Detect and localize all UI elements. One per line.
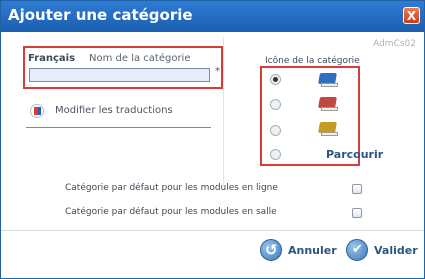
category-name-label: Nom de la catégorie <box>89 53 191 64</box>
classroom-default-checkbox[interactable] <box>352 208 362 218</box>
icon-radio-2[interactable] <box>270 99 281 110</box>
category-name-input[interactable] <box>29 68 210 82</box>
icon-radio-custom[interactable] <box>270 149 281 160</box>
red-book-icon <box>318 97 338 112</box>
flag-icon[interactable] <box>30 104 44 118</box>
gold-book-icon <box>318 122 338 137</box>
dialog-title: Ajouter une catégorie <box>8 6 193 24</box>
cancel-label: Annuler <box>288 243 337 257</box>
validate-label: Valider <box>374 243 418 257</box>
add-category-dialog: Ajouter une catégorie X AdmCs02 Français… <box>0 0 425 279</box>
browse-button[interactable]: Parcourir <box>326 148 383 161</box>
classroom-default-label: Catégorie par défaut pour les modules en… <box>65 207 277 217</box>
edit-translations-link[interactable]: Modifier les traductions <box>55 105 173 116</box>
icon-radio-1[interactable] <box>270 74 281 85</box>
dialog-titlebar: Ajouter une catégorie X <box>1 1 424 32</box>
online-default-label: Catégorie par défaut pour les modules en… <box>65 183 278 193</box>
footer-divider <box>1 230 424 231</box>
undo-icon <box>260 239 282 261</box>
cancel-button[interactable]: Annuler <box>260 238 337 262</box>
link-underline-divider <box>26 127 211 128</box>
screen-code: AdmCs02 <box>373 39 416 49</box>
online-default-checkbox[interactable] <box>352 184 362 194</box>
icon-radio-3[interactable] <box>270 125 281 136</box>
close-button[interactable]: X <box>403 7 420 24</box>
vertical-divider <box>223 37 224 187</box>
category-icon-label: Icône de la catégorie <box>265 56 360 66</box>
checkmark-icon <box>346 239 368 261</box>
required-marker: * <box>215 66 220 77</box>
validate-button[interactable]: Valider <box>346 238 418 262</box>
language-label: Français <box>28 53 76 64</box>
blue-book-icon <box>318 73 338 88</box>
